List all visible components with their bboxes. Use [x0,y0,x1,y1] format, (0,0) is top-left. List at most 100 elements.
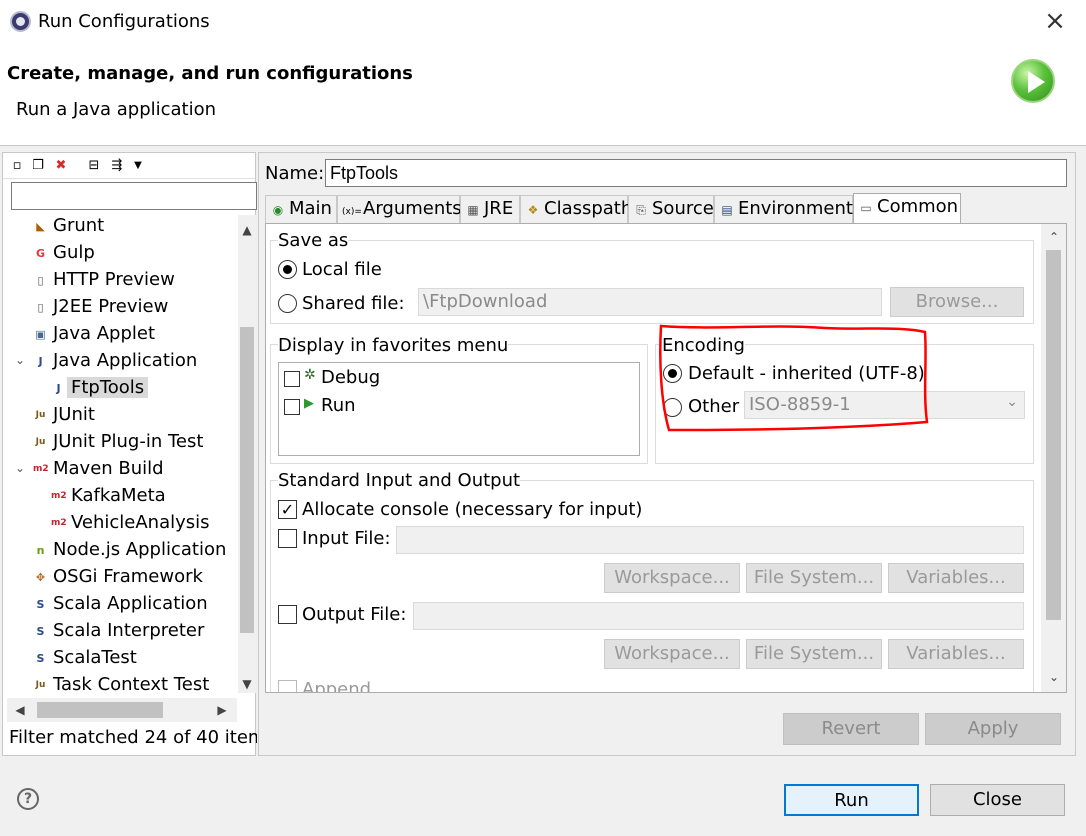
view-menu-icon[interactable]: ▼ [131,158,145,173]
tree-item[interactable]: m2 VehicleAnalysis [3,510,237,537]
delete-icon[interactable]: ✖ [54,158,68,173]
dialog-heading: Create, manage, and run configurations [7,63,413,84]
jre-tab-icon: ▦ [467,203,479,217]
scroll-up-icon[interactable]: ⌃ [1045,228,1063,246]
tree-item[interactable]: Ju JUnit [3,402,237,429]
tree-item[interactable]: ⌄ J Java Application [3,348,237,375]
scroll-right-icon[interactable]: ▶ [213,701,231,719]
close-window-icon[interactable]: × [1042,8,1068,34]
tab-source[interactable]: ⎘ Source [628,195,714,223]
tree-item[interactable]: S Scala Application [3,591,237,618]
filter-input[interactable] [11,182,257,210]
default-encoding-label: Default - inherited (UTF-8) [688,363,925,384]
tree-item[interactable]: ▣ Java Applet [3,321,237,348]
tab-label: Classpath [544,198,633,219]
junit-icon: Ju [35,410,46,420]
run-button[interactable]: Run [784,784,919,816]
input-filesystem-button[interactable]: File System... [746,563,882,593]
revert-button[interactable]: Revert [783,713,919,745]
content-scroll-thumb[interactable] [1046,250,1061,620]
tab-environment[interactable]: ▤ Environment [714,195,853,223]
tree-item[interactable]: n Node.js Application [3,537,237,564]
collapse-all-icon[interactable]: ⊟ [87,158,101,173]
name-field[interactable] [325,159,1067,187]
output-filesystem-button[interactable]: File System... [746,639,882,669]
shared-file-field[interactable]: \FtpDownload [418,288,882,316]
default-encoding-radio[interactable] [663,364,682,383]
output-workspace-button[interactable]: Workspace... [604,639,740,669]
scala-icon: S [36,598,45,611]
main-tab-icon: ◉ [272,203,284,217]
tree-item[interactable]: G Gulp [3,240,237,267]
tab-jre[interactable]: ▦ JRE [460,195,520,223]
chevron-down-icon[interactable]: ⌄ [15,353,27,367]
tab-arguments[interactable]: (x)=Arguments [337,195,462,223]
run-icon: ▶ [304,396,314,411]
http-preview-icon: ▯ [37,274,44,287]
tree-item[interactable]: ▯ HTTP Preview [3,267,237,294]
header-banner: Create, manage, and run configurations R… [0,44,1086,146]
tree-vertical-scrollbar[interactable]: ▲ ▼ [238,215,256,693]
run-checkbox[interactable] [284,399,300,415]
scroll-down-icon[interactable]: ⌄ [1045,668,1063,686]
duplicate-icon[interactable]: ❐ [31,158,45,173]
tree-item[interactable]: m2 KafkaMeta [3,483,237,510]
allocate-console-label: Allocate console (necessary for input) [302,499,643,520]
debug-checkbox[interactable] [284,371,300,387]
tab-main[interactable]: ◉ Main [265,195,337,223]
input-workspace-button[interactable]: Workspace... [604,563,740,593]
other-encoding-select[interactable]: ISO-8859-1 ⌄ [744,391,1025,419]
other-encoding-label: Other [688,396,740,417]
java-applet-icon: ▣ [35,328,46,341]
output-file-checkbox[interactable] [278,605,297,624]
tree-item[interactable]: ◣ Grunt [3,213,237,240]
tree-item[interactable]: ⌄ m2 Maven Build [3,456,237,483]
other-encoding-radio[interactable] [663,398,682,417]
tree-item[interactable]: Ju JUnit Plug-in Test [3,429,237,456]
filter-icon[interactable]: ⇶ [110,158,124,173]
output-variables-button[interactable]: Variables... [888,639,1024,669]
tree-scroll-thumb[interactable] [240,327,254,633]
local-file-radio[interactable] [278,260,297,279]
shared-file-radio[interactable] [278,294,297,313]
tab-classpath[interactable]: ❖ Classpath [520,195,632,223]
tree-item-label: Gulp [53,242,95,263]
tree-item[interactable]: ▯ J2EE Preview [3,294,237,321]
new-config-icon[interactable]: ▫ [10,158,24,173]
debug-icon: ✲ [304,367,316,383]
input-variables-button[interactable]: Variables... [888,563,1024,593]
scroll-left-icon[interactable]: ◀ [11,701,29,719]
content-vertical-scrollbar[interactable]: ⌃ ⌄ [1041,224,1066,692]
tree-item-label: Scala Application [53,593,208,614]
shared-file-label: Shared file: [302,293,405,314]
tree-item[interactable]: J FtpTools [3,375,237,402]
chevron-down-icon[interactable]: ⌄ [15,461,27,475]
tree-item[interactable]: S Scala Interpreter [3,618,237,645]
allocate-console-checkbox[interactable]: ✓ [278,500,297,519]
tree-item-label: JUnit Plug-in Test [53,431,204,452]
input-file-field[interactable] [396,526,1024,554]
output-file-field[interactable] [413,602,1024,630]
java-application-icon: J [56,382,61,395]
tree-item[interactable]: Ju Task Context Test [3,672,237,699]
tab-common[interactable]: ▭ Common [853,193,961,224]
tree-item-label: J2EE Preview [53,296,169,317]
scala-icon: S [36,652,45,665]
tree-hscroll-thumb[interactable] [37,702,163,718]
scroll-up-icon[interactable]: ▲ [238,221,256,239]
tree-item[interactable]: S ScalaTest [3,645,237,672]
close-button[interactable]: Close [930,784,1065,816]
scroll-down-icon[interactable]: ▼ [238,675,256,693]
help-icon[interactable]: ? [17,788,39,810]
grunt-icon: ◣ [36,220,45,233]
osgi-icon: ✥ [35,571,46,584]
tree-item-label: Grunt [53,215,105,236]
append-checkbox[interactable] [278,680,297,692]
title-bar: Run Configurations × [0,0,1086,44]
browse-button[interactable]: Browse... [890,287,1024,317]
gulp-icon: G [35,247,46,260]
tree-horizontal-scrollbar[interactable]: ◀ ▶ [7,698,237,722]
tree-item[interactable]: ✥ OSGi Framework [3,564,237,591]
apply-button[interactable]: Apply [925,713,1061,745]
input-file-checkbox[interactable] [278,529,297,548]
